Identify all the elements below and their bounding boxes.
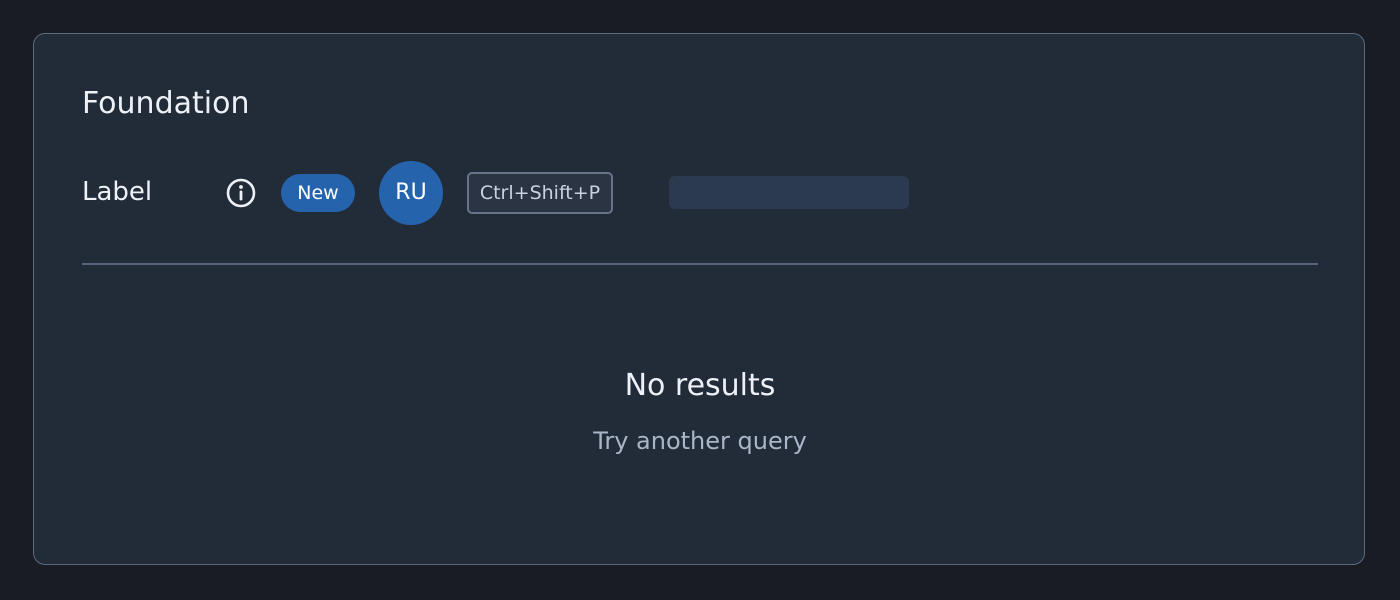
new-badge: New [281, 174, 355, 212]
empty-state-title: No results [624, 368, 776, 403]
avatar[interactable]: RU [379, 161, 443, 225]
card-title: Foundation [82, 86, 250, 121]
keyboard-shortcut: Ctrl+Shift+P [467, 172, 613, 214]
info-icon[interactable] [225, 177, 257, 209]
field-label: Label [82, 177, 153, 207]
component-row: Label New RU Ctrl+Shift+P [82, 160, 1322, 226]
empty-state-subtitle: Try another query [593, 427, 807, 455]
foundation-card: Foundation Label New RU Ctrl+Shift+P No … [33, 33, 1365, 565]
skeleton-placeholder [669, 176, 909, 209]
divider [82, 263, 1318, 265]
info-circle-graphic [226, 178, 256, 208]
